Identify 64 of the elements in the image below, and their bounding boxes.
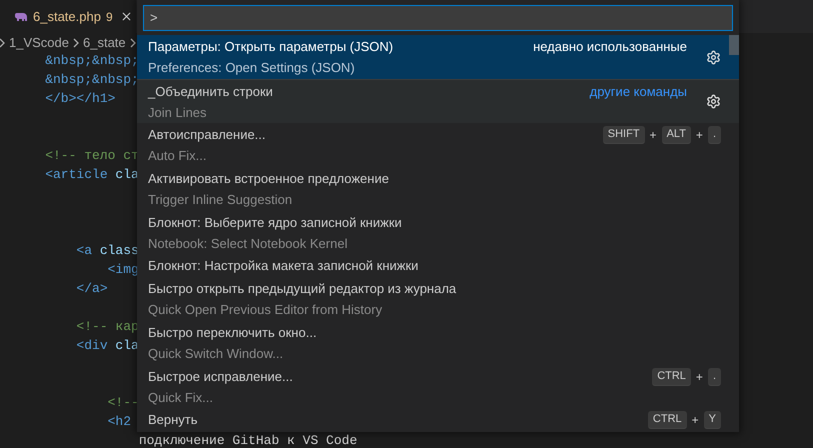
command-detail: Preferences: Open Settings (JSON) [148, 59, 355, 78]
code-line: <!-- [106, 394, 139, 412]
keycap: . [708, 368, 721, 386]
keycap: SHIFT [602, 126, 645, 144]
group-label: другие команды [590, 82, 687, 101]
plus-sign: + [696, 369, 703, 386]
command-detail: Quick Open Previous Editor from History [148, 301, 382, 320]
editor-tab[interactable]: 6_state.php 9 [0, 0, 136, 33]
command-input-field[interactable]: > [143, 5, 733, 31]
command-item[interactable]: Блокнот: Настройка макета записной книжки [137, 255, 739, 277]
keycap: CTRL [652, 368, 691, 386]
command-label: Вернуть [148, 411, 199, 430]
settings-icon[interactable] [706, 50, 721, 64]
command-detail: Join Lines [148, 104, 207, 122]
command-label: Активировать встроенное предложение [148, 170, 390, 188]
command-detail: Auto Fix... [148, 147, 207, 166]
command-label: Блокнот: Выберите ядро записной книжки [148, 214, 403, 232]
plus-sign: + [696, 127, 703, 144]
code-line: <a class [75, 242, 139, 260]
breadcrumb-item[interactable]: 1_VScode [9, 33, 69, 53]
command-item[interactable]: Быстрое исправление... CTRL + . Quick Fix... [137, 365, 739, 409]
code-line: &nbsp;&nbsp; [44, 52, 139, 70]
command-detail: Quick Switch Window... [148, 345, 284, 364]
keycap: . [708, 126, 721, 144]
command-label: Блокнот: Настройка макета записной книжки [148, 257, 420, 276]
keycap: Y [704, 411, 721, 429]
keycap: ALT [662, 126, 691, 144]
code-line: </b></h1> [44, 90, 116, 108]
command-detail: Trigger Inline Suggestion [148, 191, 292, 210]
keycap: CTRL [648, 411, 687, 429]
command-item[interactable]: Быстро переключить окно... Quick Switch Window... [137, 321, 739, 365]
command-label: Быстро открыть предыдущий редактор из журнала [148, 280, 458, 298]
settings-icon[interactable] [706, 94, 721, 109]
command-item[interactable]: Быстро открыть предыдущий редактор из журнала Quick Open Previous Editor from History [137, 277, 739, 321]
chevron-icon [73, 38, 79, 48]
chevron-icon [0, 38, 5, 48]
command-item[interactable]: _Объединить строки другие команды Join Lines [137, 79, 739, 123]
command-label: Параметры: Открыть параметры (JSON) [148, 38, 394, 56]
code-line: подключение GitHab к VS Code [138, 432, 358, 448]
plus-sign: + [650, 127, 657, 144]
code-line: <!-- тело ст [44, 147, 139, 165]
code-line: </a> [75, 280, 108, 298]
tab-filename: 6_state.php [33, 8, 101, 26]
command-item[interactable]: Вернуть CTRL + Y [137, 409, 739, 431]
elephant-icon [14, 12, 28, 22]
group-label: недавно использованные [533, 38, 687, 56]
command-detail: Notebook: Select Notebook Kernel [148, 235, 348, 254]
code-line: <h2 [106, 413, 132, 431]
command-item[interactable]: Параметры: Открыть параметры (JSON) недавно использованные Preferences: Open Settings (JSON) [137, 35, 739, 79]
problem-count: 9 [106, 8, 113, 26]
chevron-icon [130, 38, 136, 48]
code-line: &nbsp;&nbsp; [44, 71, 139, 89]
command-label: Быстро переключить окно... [148, 324, 318, 342]
command-label: Автоисправление... [148, 126, 267, 144]
command-item[interactable]: Автоисправление... SHIFT + ALT + . Auto Fix... [137, 123, 739, 167]
close-icon[interactable] [120, 10, 133, 23]
command-item[interactable]: Активировать встроенное предложение Trigger Inline Suggestion [137, 167, 739, 211]
breadcrumb-item[interactable]: 6_state [83, 33, 126, 53]
scrollbar-thumb[interactable] [729, 35, 739, 55]
command-label: _Объединить строки [148, 82, 274, 101]
command-label: Быстрое исправление... [148, 368, 294, 386]
command-item[interactable]: Блокнот: Выберите ядро записной книжки Notebook: Select Notebook Kernel [137, 211, 739, 255]
command-detail: Quick Fix... [148, 389, 214, 408]
plus-sign: + [692, 412, 699, 429]
